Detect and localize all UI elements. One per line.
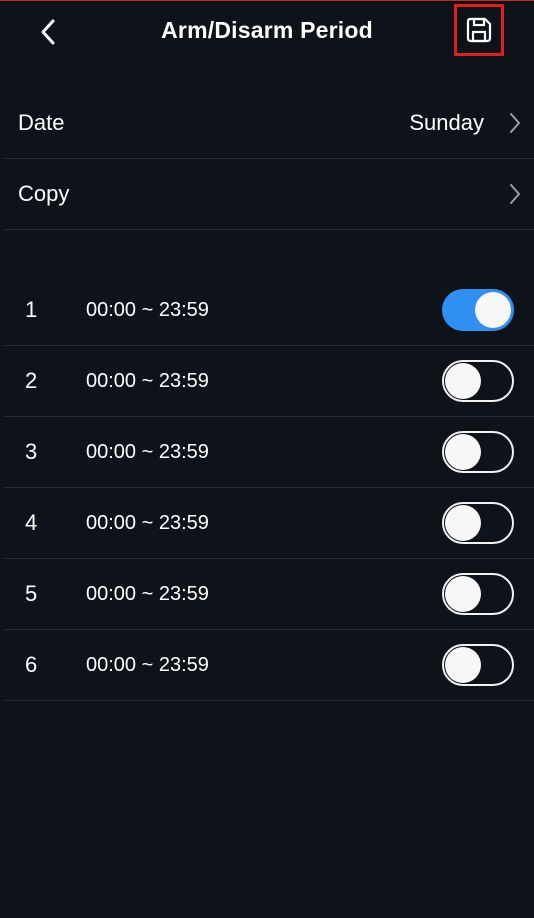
toggle-knob [445, 505, 481, 541]
period-row: 5 00:00 ~ 23:59 [4, 559, 534, 630]
period-toggle[interactable] [442, 644, 514, 686]
period-time[interactable]: 00:00 ~ 23:59 [86, 559, 209, 629]
toggle-knob [445, 647, 481, 683]
period-toggle[interactable] [442, 289, 514, 331]
period-index: 3 [25, 439, 38, 464]
period-row: 2 00:00 ~ 23:59 [4, 346, 534, 417]
period-row: 3 00:00 ~ 23:59 [4, 417, 534, 488]
toggle-knob [445, 576, 481, 612]
period-time[interactable]: 00:00 ~ 23:59 [86, 630, 209, 700]
date-row[interactable]: Date Sunday [4, 88, 534, 159]
toggle-knob [445, 434, 481, 470]
period-index: 2 [25, 368, 38, 393]
period-toggle[interactable] [442, 360, 514, 402]
period-time[interactable]: 00:00 ~ 23:59 [86, 346, 209, 416]
date-label: Date [18, 110, 65, 135]
header-bar: Arm/Disarm Period [0, 0, 534, 64]
period-toggle[interactable] [442, 573, 514, 615]
period-row: 4 00:00 ~ 23:59 [4, 488, 534, 559]
toggle-knob [475, 292, 511, 328]
date-value: Sunday [409, 110, 484, 135]
period-index: 6 [25, 652, 38, 677]
period-time[interactable]: 00:00 ~ 23:59 [86, 275, 209, 345]
period-row: 6 00:00 ~ 23:59 [4, 630, 534, 701]
chevron-right-icon [510, 184, 520, 204]
period-toggle[interactable] [442, 431, 514, 473]
period-index: 5 [25, 581, 38, 606]
period-index: 4 [25, 510, 38, 535]
chevron-right-icon [510, 113, 520, 133]
period-row: 1 00:00 ~ 23:59 [4, 275, 534, 346]
period-index: 1 [25, 297, 38, 322]
save-button[interactable] [454, 4, 504, 56]
period-time[interactable]: 00:00 ~ 23:59 [86, 488, 209, 558]
copy-label: Copy [18, 181, 70, 206]
period-time[interactable]: 00:00 ~ 23:59 [86, 417, 209, 487]
save-icon [466, 17, 492, 43]
toggle-knob [445, 363, 481, 399]
period-toggle[interactable] [442, 502, 514, 544]
copy-row[interactable]: Copy [4, 159, 534, 230]
